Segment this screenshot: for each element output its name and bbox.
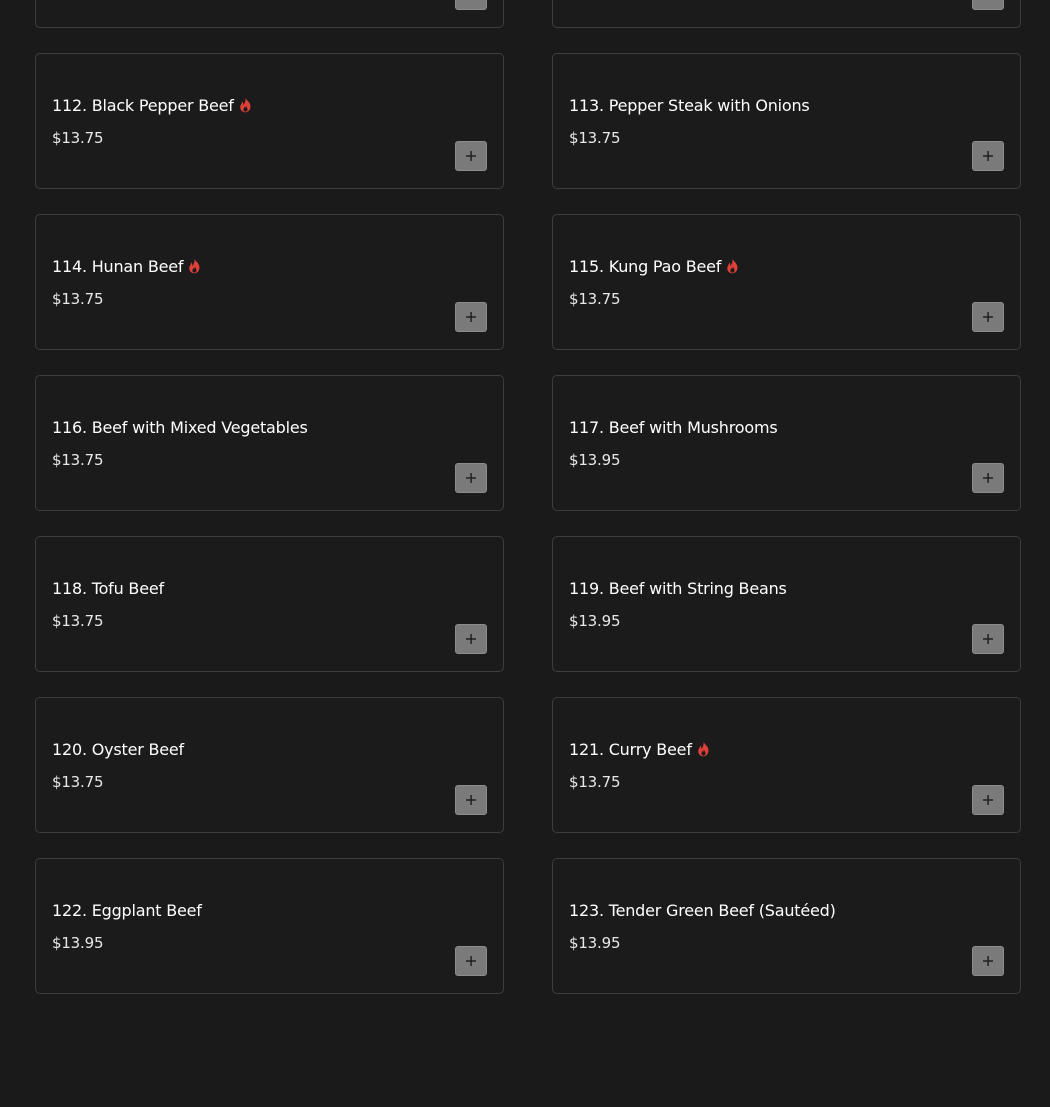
add-to-cart-button[interactable] xyxy=(455,302,487,332)
menu-items-grid: $13.75 $13.95 112. Black Pepper Beef xyxy=(35,0,1021,994)
plus-icon xyxy=(466,634,476,644)
menu-item-name-row: 115. Kung Pao Beef xyxy=(569,256,739,276)
add-to-cart-button[interactable] xyxy=(972,785,1004,815)
menu-item-name: 112. Black Pepper Beef xyxy=(52,95,234,115)
menu-item-name-row: 121. Curry Beef xyxy=(569,739,710,759)
menu-item-price: $13.95 xyxy=(569,612,621,630)
plus-icon xyxy=(983,312,993,322)
menu-item-card[interactable]: 123. Tender Green Beef (Sautéed) $13.95 xyxy=(552,858,1021,994)
menu-item-price: $13.95 xyxy=(52,934,104,952)
menu-item-price: $13.75 xyxy=(52,612,104,630)
menu-item-price: $13.75 xyxy=(52,290,104,308)
menu-item-name: 117. Beef with Mushrooms xyxy=(569,417,778,437)
menu-item-name-row: 116. Beef with Mixed Vegetables xyxy=(52,417,308,437)
menu-item-name-row: 122. Eggplant Beef xyxy=(52,900,202,920)
menu-item-name-row: 113. Pepper Steak with Onions xyxy=(569,95,810,115)
menu-item-price: $13.75 xyxy=(569,773,621,791)
add-to-cart-button[interactable] xyxy=(455,624,487,654)
plus-icon xyxy=(466,151,476,161)
menu-item-name: 119. Beef with String Beans xyxy=(569,578,787,598)
add-to-cart-button[interactable] xyxy=(972,463,1004,493)
menu-item-name: 116. Beef with Mixed Vegetables xyxy=(52,417,308,437)
menu-item-card[interactable]: 112. Black Pepper Beef $13.75 xyxy=(35,53,504,189)
fire-icon xyxy=(697,741,710,757)
add-to-cart-button[interactable] xyxy=(972,302,1004,332)
add-to-cart-button[interactable] xyxy=(455,785,487,815)
menu-item-card[interactable]: 120. Oyster Beef $13.75 xyxy=(35,697,504,833)
menu-item-card[interactable]: $13.95 xyxy=(552,0,1021,28)
fire-icon xyxy=(239,97,252,113)
plus-icon xyxy=(466,956,476,966)
menu-item-card[interactable]: 115. Kung Pao Beef $13.75 xyxy=(552,214,1021,350)
menu-item-name: 113. Pepper Steak with Onions xyxy=(569,95,810,115)
menu-item-name: 115. Kung Pao Beef xyxy=(569,256,722,276)
menu-item-name-row: 123. Tender Green Beef (Sautéed) xyxy=(569,900,836,920)
menu-item-name-row: 120. Oyster Beef xyxy=(52,739,184,759)
menu-item-name-row: 114. Hunan Beef xyxy=(52,256,201,276)
menu-item-name-row: 119. Beef with String Beans xyxy=(569,578,787,598)
menu-item-name-row: 112. Black Pepper Beef xyxy=(52,95,252,115)
menu-item-card[interactable]: 113. Pepper Steak with Onions $13.75 xyxy=(552,53,1021,189)
plus-icon xyxy=(466,795,476,805)
menu-item-card[interactable]: 116. Beef with Mixed Vegetables $13.75 xyxy=(35,375,504,511)
menu-item-card[interactable]: 122. Eggplant Beef $13.95 xyxy=(35,858,504,994)
menu-item-name: 121. Curry Beef xyxy=(569,739,692,759)
menu-item-name-row: 118. Tofu Beef xyxy=(52,578,164,598)
add-to-cart-button[interactable] xyxy=(455,0,487,10)
menu-item-price: $13.75 xyxy=(52,451,104,469)
plus-icon xyxy=(983,956,993,966)
menu-item-name: 120. Oyster Beef xyxy=(52,739,184,759)
plus-icon xyxy=(466,473,476,483)
add-to-cart-button[interactable] xyxy=(972,141,1004,171)
fire-icon xyxy=(726,258,739,274)
add-to-cart-button[interactable] xyxy=(972,946,1004,976)
fire-icon xyxy=(188,258,201,274)
plus-icon xyxy=(983,151,993,161)
menu-item-name: 118. Tofu Beef xyxy=(52,578,164,598)
menu-item-price: $13.75 xyxy=(569,290,621,308)
plus-icon xyxy=(983,634,993,644)
menu-item-price: $13.95 xyxy=(569,934,621,952)
menu-item-card[interactable]: 114. Hunan Beef $13.75 xyxy=(35,214,504,350)
menu-item-card[interactable]: 118. Tofu Beef $13.75 xyxy=(35,536,504,672)
menu-item-card[interactable]: $13.75 xyxy=(35,0,504,28)
add-to-cart-button[interactable] xyxy=(455,946,487,976)
add-to-cart-button[interactable] xyxy=(455,141,487,171)
menu-item-card[interactable]: 121. Curry Beef $13.75 xyxy=(552,697,1021,833)
add-to-cart-button[interactable] xyxy=(455,463,487,493)
menu-item-price: $13.75 xyxy=(52,773,104,791)
add-to-cart-button[interactable] xyxy=(972,624,1004,654)
menu-item-price: $13.75 xyxy=(569,129,621,147)
plus-icon xyxy=(983,795,993,805)
menu-item-card[interactable]: 119. Beef with String Beans $13.95 xyxy=(552,536,1021,672)
menu-item-name-row: 117. Beef with Mushrooms xyxy=(569,417,778,437)
add-to-cart-button[interactable] xyxy=(972,0,1004,10)
menu-item-price: $13.75 xyxy=(52,129,104,147)
menu-item-name: 114. Hunan Beef xyxy=(52,256,184,276)
menu-item-name: 122. Eggplant Beef xyxy=(52,900,202,920)
plus-icon xyxy=(466,312,476,322)
menu-item-card[interactable]: 117. Beef with Mushrooms $13.95 xyxy=(552,375,1021,511)
menu-item-name: 123. Tender Green Beef (Sautéed) xyxy=(569,900,836,920)
menu-item-price: $13.95 xyxy=(569,451,621,469)
plus-icon xyxy=(983,473,993,483)
